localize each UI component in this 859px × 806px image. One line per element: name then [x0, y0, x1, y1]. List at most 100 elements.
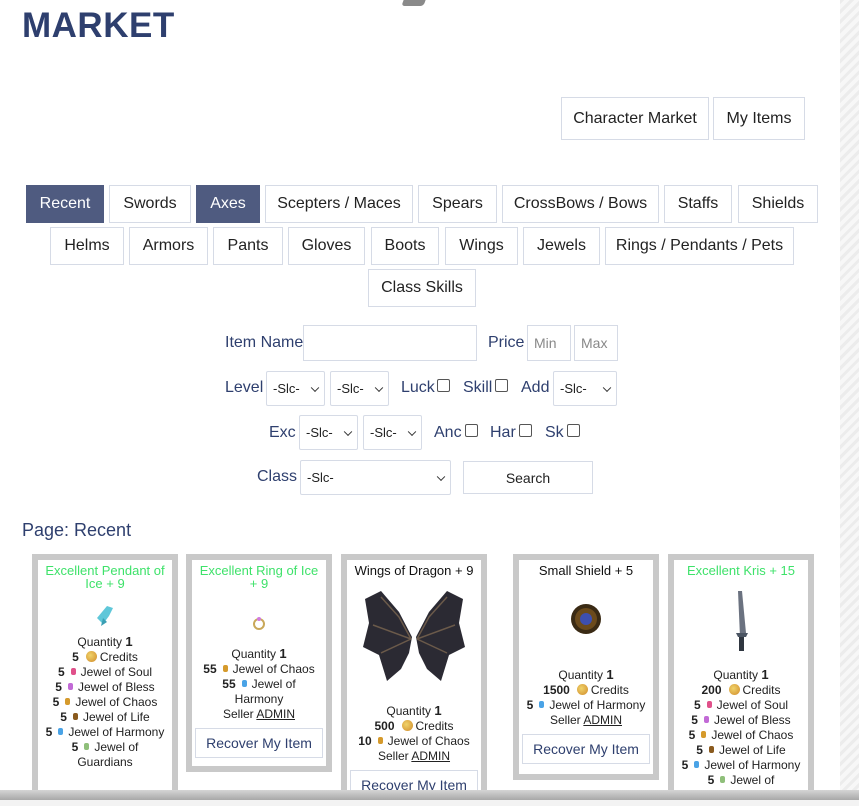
- level-min-select[interactable]: -Slc-: [266, 371, 325, 406]
- item-name: Small Shield + 5: [538, 563, 634, 578]
- tab-axes[interactable]: Axes: [196, 185, 260, 223]
- tab-shields[interactable]: Shields: [738, 185, 818, 223]
- recover-my-item-button[interactable]: Recover My Item: [195, 728, 323, 758]
- quantity: Quantity 1: [77, 634, 133, 649]
- tab-staffs[interactable]: Staffs: [664, 185, 732, 223]
- quantity: Quantity 1: [713, 667, 769, 682]
- select-value: -Slc-: [370, 425, 397, 440]
- price-row: 5 Jewel of Life: [696, 743, 786, 757]
- page-heading: Page: Recent: [22, 520, 132, 540]
- price-row: 5 Jewel of Chaos: [688, 728, 794, 742]
- market-item-card[interactable]: Excellent Pendant of Ice + 9 Quantity 1 …: [32, 554, 178, 800]
- market-item-card[interactable]: Excellent Kris + 15 Quantity 1 200 Credit…: [668, 554, 814, 800]
- market-item-card[interactable]: Excellent Ring of Ice + 9 Quantity 1 55 J…: [186, 554, 332, 772]
- jewel-icon: [720, 776, 726, 783]
- jewel-of-soul-icon: [70, 668, 76, 675]
- har-label: Har: [490, 424, 516, 441]
- credits-coin-icon: [401, 720, 413, 731]
- select-value: -Slc-: [307, 470, 334, 485]
- jewel-of-bless-icon: [67, 683, 73, 690]
- price-row: 5 Jewel of Guardians: [71, 740, 139, 769]
- jewel-of-harmony-icon: [58, 728, 64, 735]
- price-row: 5 Jewel of Harmony: [45, 725, 165, 739]
- bottom-scrollbar[interactable]: [0, 790, 859, 800]
- seller-link[interactable]: ADMIN: [583, 713, 622, 727]
- item-name: Excellent Ring of Ice + 9: [199, 563, 319, 591]
- character-market-button[interactable]: Character Market: [561, 97, 709, 140]
- tab-helms[interactable]: Helms: [50, 227, 124, 265]
- price-row: 5 Jewel of: [707, 773, 775, 787]
- add-label: Add: [521, 379, 550, 396]
- market-page: MARKET Character Market My Items Recent …: [0, 0, 840, 800]
- search-button[interactable]: Search: [463, 461, 593, 494]
- seller-link[interactable]: ADMIN: [411, 749, 450, 763]
- chevron-down-icon: [602, 383, 612, 392]
- my-items-button[interactable]: My Items: [713, 97, 805, 140]
- shield-icon: [566, 577, 606, 667]
- price-row: 5 Credits: [72, 650, 138, 664]
- price-row: 55 Jewel of Chaos: [203, 662, 315, 676]
- seller: Seller ADMIN: [222, 707, 296, 721]
- quantity: Quantity 1: [231, 646, 287, 661]
- jewel-of-bless-icon: [703, 716, 709, 723]
- credits-coin-icon: [85, 651, 97, 662]
- market-item-card[interactable]: Small Shield + 5 Quantity 1 1500 Credits …: [513, 554, 659, 780]
- tab-class-skills[interactable]: Class Skills: [368, 269, 476, 307]
- luck-checkbox[interactable]: [437, 379, 450, 392]
- credits-coin-icon: [728, 684, 740, 695]
- tab-boots[interactable]: Boots: [371, 227, 439, 265]
- seller-link[interactable]: ADMIN: [256, 707, 295, 721]
- credits-coin-icon: [576, 684, 588, 695]
- skill-label: Skill: [463, 379, 493, 396]
- tab-rings-pendants-pets[interactable]: Rings / Pendants / Pets: [605, 227, 794, 265]
- price-row: 5 Jewel of Soul: [57, 665, 153, 679]
- class-label: Class: [257, 468, 298, 485]
- side-texture: [840, 0, 859, 800]
- tab-wings[interactable]: Wings: [445, 227, 518, 265]
- price-min-input[interactable]: Min: [527, 325, 571, 361]
- ring-icon: [249, 590, 269, 646]
- level-max-select[interactable]: -Slc-: [330, 371, 389, 406]
- market-item-card[interactable]: Wings of Dragon + 9 Quantity 1 500 Credit…: [341, 554, 487, 800]
- anc-checkbox[interactable]: [465, 424, 478, 437]
- tab-pants[interactable]: Pants: [213, 227, 283, 265]
- tab-recent[interactable]: Recent: [26, 185, 104, 223]
- class-select[interactable]: -Slc-: [300, 460, 451, 495]
- item-name-label: Item Name: [225, 334, 304, 351]
- exc-max-select[interactable]: -Slc-: [363, 415, 422, 450]
- jewel-of-chaos-icon: [701, 731, 707, 738]
- item-name: Excellent Kris + 15: [686, 563, 796, 578]
- price-max-input[interactable]: Max: [574, 325, 618, 361]
- recover-my-item-button[interactable]: Recover My Item: [522, 734, 650, 764]
- select-value: -Slc-: [560, 381, 587, 396]
- seller: Seller ADMIN: [549, 713, 623, 727]
- jewel-of-harmony-icon: [241, 680, 247, 687]
- jewel-of-harmony-icon: [694, 761, 700, 768]
- price-row: 5 Jewel of Chaos: [52, 695, 158, 709]
- sk-checkbox[interactable]: [567, 424, 580, 437]
- tab-scepters-maces[interactable]: Scepters / Maces: [265, 185, 413, 223]
- chevron-down-icon: [407, 427, 417, 436]
- quantity: Quantity 1: [386, 703, 442, 718]
- skill-checkbox[interactable]: [495, 379, 508, 392]
- jewel-of-harmony-icon: [539, 701, 545, 708]
- tab-swords[interactable]: Swords: [109, 185, 191, 223]
- page-title: MARKET: [22, 6, 175, 45]
- seller: Seller ADMIN: [377, 749, 451, 763]
- price-row: 5 Jewel of Life: [60, 710, 150, 724]
- exc-min-select[interactable]: -Slc-: [299, 415, 358, 450]
- item-name-input[interactable]: [303, 325, 477, 361]
- select-value: -Slc-: [273, 381, 300, 396]
- price-row: 5 Jewel of Soul: [693, 698, 789, 712]
- price-row: 1500 Credits: [543, 683, 629, 697]
- tab-gloves[interactable]: Gloves: [288, 227, 365, 265]
- jewel-of-chaos-icon: [377, 737, 383, 744]
- tab-spears[interactable]: Spears: [418, 185, 497, 223]
- har-checkbox[interactable]: [519, 424, 532, 437]
- jewel-of-life-icon: [72, 713, 78, 720]
- price-row: 5 Jewel of Harmony: [681, 758, 801, 772]
- tab-crossbows-bows[interactable]: CrossBows / Bows: [502, 185, 659, 223]
- tab-armors[interactable]: Armors: [129, 227, 208, 265]
- tab-jewels[interactable]: Jewels: [523, 227, 600, 265]
- add-select[interactable]: -Slc-: [553, 371, 617, 406]
